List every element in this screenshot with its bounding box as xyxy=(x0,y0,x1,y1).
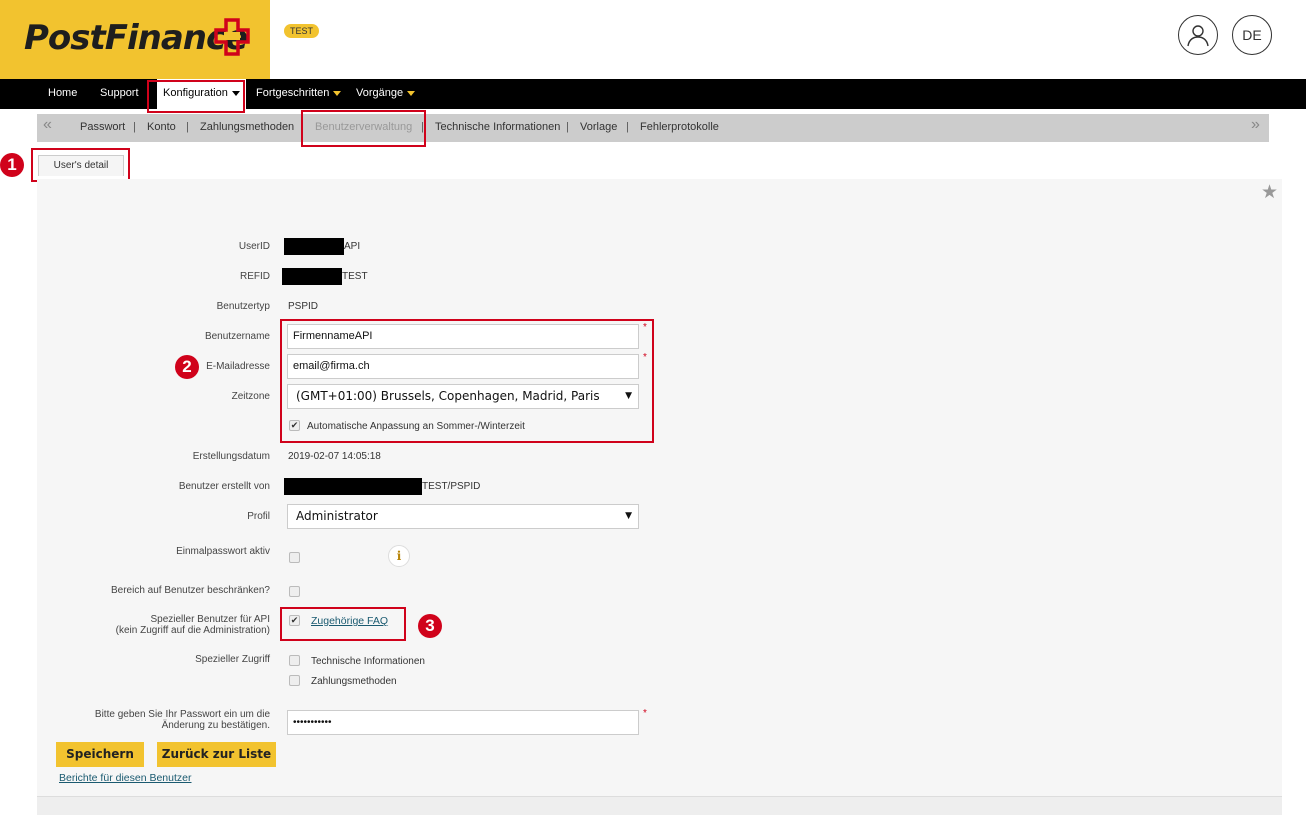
step-badge-1: 1 xyxy=(0,153,24,177)
erstellt-von-label: Benutzer erstellt von xyxy=(178,481,270,492)
api-user-label-line1: Spezieller Benutzer für API xyxy=(150,614,270,625)
redacted-block xyxy=(284,478,422,495)
nav-fortgeschritten-label: Fortgeschritten xyxy=(256,87,330,99)
environment-badge: TEST xyxy=(284,24,320,38)
refid-label: REFID xyxy=(240,271,270,282)
subnav-passwort[interactable]: Passwort xyxy=(80,114,125,141)
nav-support[interactable]: Support xyxy=(100,79,139,109)
reports-link[interactable]: Berichte für diesen Benutzer xyxy=(59,772,192,784)
scroll-left-icon[interactable]: « xyxy=(43,116,52,134)
bereich-label: Bereich auf Benutzer beschränken? xyxy=(111,585,270,596)
technische-informationen-label: Technische Informationen xyxy=(311,656,425,667)
back-to-list-button[interactable]: Zurück zur Liste xyxy=(157,742,276,767)
benutzername-input[interactable]: FirmennameAPI xyxy=(287,324,639,349)
sub-navigation: « Passwort | Konto | Zahlungsmethoden | … xyxy=(37,114,1269,142)
zeitzone-value: (GMT+01:00) Brussels, Copenhagen, Madrid… xyxy=(296,389,600,403)
zeitzone-label: Zeitzone xyxy=(231,391,270,402)
nav-home[interactable]: Home xyxy=(48,79,77,109)
zeitzone-select[interactable]: (GMT+01:00) Brussels, Copenhagen, Madrid… xyxy=(287,384,639,409)
swiss-cross-logo-icon xyxy=(214,18,250,56)
user-account-button[interactable] xyxy=(1178,15,1218,55)
required-marker: * xyxy=(643,708,647,719)
required-marker: * xyxy=(643,352,647,363)
api-user-label-line2: (kein Zugriff auf die Administration) xyxy=(115,625,270,636)
subnav-technische-informationen[interactable]: Technische Informationen xyxy=(435,114,560,141)
step-badge-2: 2 xyxy=(175,355,199,379)
main-navigation: Home Support Konfiguration Fortgeschritt… xyxy=(0,79,1306,109)
required-marker: * xyxy=(643,322,647,333)
profil-label: Profil xyxy=(247,511,270,522)
nav-vorgaenge-label: Vorgänge xyxy=(356,87,404,99)
einmalpasswort-checkbox[interactable] xyxy=(289,552,300,563)
info-icon[interactable]: i xyxy=(388,545,410,567)
email-label: E-Mailadresse xyxy=(206,361,270,372)
spezieller-zugriff-label: Spezieller Zugriff xyxy=(195,654,270,665)
step-badge-3: 3 xyxy=(418,614,442,638)
erstellungsdatum-label: Erstellungsdatum xyxy=(192,451,270,462)
nav-konfiguration-label: Konfiguration xyxy=(163,87,228,99)
password-input[interactable]: ••••••••••• xyxy=(287,710,639,735)
password-label-line2: Änderung zu bestätigen. xyxy=(161,720,270,731)
dropdown-arrow-icon: ▼ xyxy=(625,511,632,521)
redacted-block xyxy=(282,268,342,285)
panel-footer xyxy=(37,796,1282,815)
nav-vorgaenge[interactable]: Vorgänge xyxy=(356,79,416,109)
userid-value: API xyxy=(344,241,361,252)
benutzername-label: Benutzername xyxy=(204,331,270,342)
logo-area[interactable]: PostFinance xyxy=(0,0,270,79)
separator: | xyxy=(566,121,569,133)
password-label-line1: Bitte geben Sie Ihr Passwort ein um die xyxy=(94,709,270,720)
chevron-down-icon xyxy=(407,90,416,96)
subnav-benutzerverwaltung[interactable]: Benutzerverwaltung xyxy=(315,114,412,141)
favorite-star-icon[interactable]: ★ xyxy=(1261,181,1278,204)
benutzertyp-value: PSPID xyxy=(288,301,319,312)
bereich-checkbox[interactable] xyxy=(289,586,300,597)
save-button[interactable]: Speichern xyxy=(56,742,144,767)
erstellungsdatum-value: 2019-02-07 14:05:18 xyxy=(288,451,381,462)
language-button[interactable]: DE xyxy=(1232,15,1272,55)
tab-users-detail[interactable]: User's detail xyxy=(38,155,124,176)
refid-value: TEST xyxy=(342,271,368,282)
subnav-vorlage[interactable]: Vorlage xyxy=(580,114,617,141)
nav-fortgeschritten[interactable]: Fortgeschritten xyxy=(256,79,342,109)
redacted-block xyxy=(284,238,344,255)
benutzertyp-label: Benutzertyp xyxy=(216,301,270,312)
user-icon xyxy=(1187,25,1209,47)
nav-konfiguration[interactable]: Konfiguration xyxy=(157,79,246,109)
separator: | xyxy=(186,121,189,133)
separator: | xyxy=(133,121,136,133)
auto-dst-label: Automatische Anpassung an Sommer-/Winter… xyxy=(307,421,525,432)
separator: | xyxy=(626,121,629,133)
profil-value: Administrator xyxy=(296,509,378,523)
einmalpasswort-label: Einmalpasswort aktiv xyxy=(176,546,270,557)
zahlungsmethoden-checkbox[interactable] xyxy=(289,675,300,686)
auto-dst-checkbox[interactable]: ✔ xyxy=(289,420,300,431)
email-input[interactable]: email@firma.ch xyxy=(287,354,639,379)
userid-label: UserID xyxy=(238,241,270,252)
api-user-checkbox[interactable]: ✔ xyxy=(289,615,300,626)
subnav-konto[interactable]: Konto xyxy=(147,114,176,141)
technische-informationen-checkbox[interactable] xyxy=(289,655,300,666)
subnav-zahlungsmethoden[interactable]: Zahlungsmethoden xyxy=(200,114,294,141)
subnav-fehlerprotokolle[interactable]: Fehlerprotokolle xyxy=(640,114,719,141)
profil-select[interactable]: Administrator ▼ xyxy=(287,504,639,529)
dropdown-arrow-icon: ▼ xyxy=(625,391,632,401)
chevron-down-icon xyxy=(231,90,240,96)
scroll-right-icon[interactable]: » xyxy=(1251,116,1260,134)
chevron-down-icon xyxy=(333,90,342,96)
faq-link[interactable]: Zugehörige FAQ xyxy=(311,615,388,627)
separator: | xyxy=(421,121,424,133)
erstellt-von-value: TEST/PSPID xyxy=(422,481,481,492)
separator: | xyxy=(301,121,304,133)
zahlungsmethoden-label: Zahlungsmethoden xyxy=(311,676,397,687)
